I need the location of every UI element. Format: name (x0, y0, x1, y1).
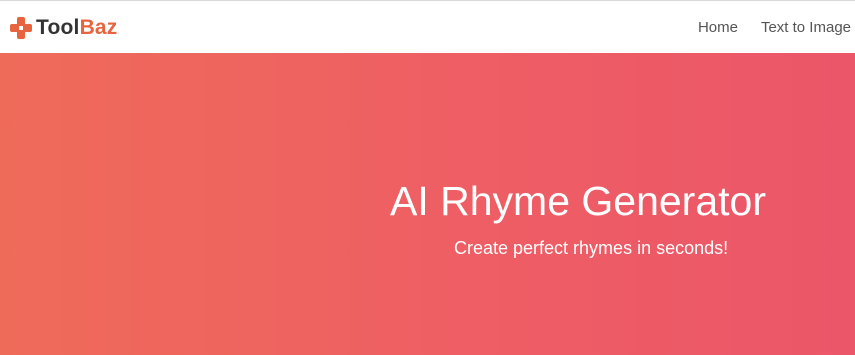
toolbaz-logo-icon (8, 15, 32, 39)
site-logo[interactable]: ToolBaz (8, 15, 118, 41)
hero-title: AI Rhyme Generator (390, 178, 766, 224)
nav-links: Home Text to Image (675, 18, 851, 38)
logo-text: ToolBaz (36, 15, 118, 41)
hero-banner: AI Rhyme Generator Create perfect rhymes… (0, 53, 855, 355)
navbar: ToolBaz Home Text to Image (0, 1, 855, 53)
logo-text-baz: Baz (79, 16, 118, 39)
hero-subtitle: Create perfect rhymes in seconds! (454, 238, 729, 258)
nav-link-home[interactable]: Home (698, 18, 738, 38)
logo-text-tool: Tool (36, 16, 80, 39)
page: ToolBaz Home Text to Image AI Rhyme Gene… (0, 0, 855, 355)
nav-link-text-to-image[interactable]: Text to Image (761, 18, 851, 38)
